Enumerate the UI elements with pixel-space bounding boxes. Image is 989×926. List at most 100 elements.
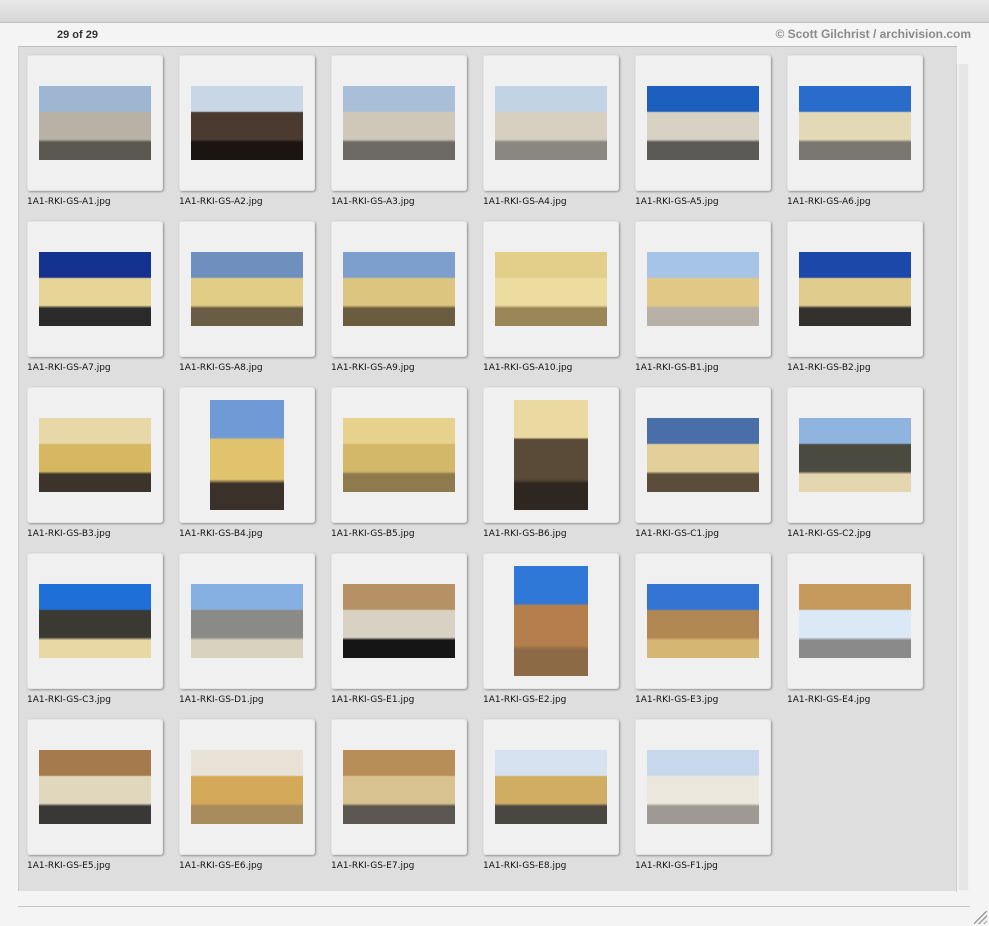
photo-thumbnail[interactable] [647,418,759,492]
thumbnail-filename: 1A1-RKI-GS-A5.jpg [635,197,719,207]
thumbnail-cell[interactable]: 1A1-RKI-GS-C2.jpg [779,379,929,539]
photo-thumbnail[interactable] [343,750,455,824]
photo-thumbnail[interactable] [343,584,455,658]
thumbnail-cell[interactable]: 1A1-RKI-GS-B3.jpg [19,379,169,539]
thumbnail-cell[interactable]: 1A1-RKI-GS-B5.jpg [323,379,473,539]
slide-mount[interactable] [635,719,771,855]
photo-thumbnail[interactable] [39,252,151,326]
thumbnail-filename: 1A1-RKI-GS-E6.jpg [179,861,263,871]
slide-mount[interactable] [27,55,163,191]
thumbnail-cell[interactable]: 1A1-RKI-GS-A2.jpg [171,47,321,207]
photo-thumbnail[interactable] [39,418,151,492]
photo-thumbnail[interactable] [343,418,455,492]
thumbnail-cell[interactable]: 1A1-RKI-GS-D1.jpg [171,545,321,705]
slide-mount[interactable] [787,387,923,523]
photo-thumbnail[interactable] [495,86,607,160]
photo-thumbnail[interactable] [343,86,455,160]
slide-mount[interactable] [27,387,163,523]
thumbnail-cell[interactable]: 1A1-RKI-GS-A7.jpg [19,213,169,373]
slide-mount[interactable] [483,553,619,689]
thumbnail-cell[interactable]: 1A1-RKI-GS-A10.jpg [475,213,625,373]
photo-thumbnail[interactable] [495,750,607,824]
slide-mount[interactable] [331,387,467,523]
slide-mount[interactable] [787,55,923,191]
photo-thumbnail[interactable] [799,252,911,326]
image-count-label: 29 of 29 [57,29,98,41]
photo-thumbnail[interactable] [191,86,303,160]
photo-thumbnail[interactable] [799,584,911,658]
slide-mount[interactable] [483,55,619,191]
slide-mount[interactable] [27,553,163,689]
thumbnail-cell[interactable]: 1A1-RKI-GS-E1.jpg [323,545,473,705]
thumbnail-cell[interactable]: 1A1-RKI-GS-E3.jpg [627,545,777,705]
thumbnail-cell[interactable]: 1A1-RKI-GS-B6.jpg [475,379,625,539]
thumbnail-cell[interactable]: 1A1-RKI-GS-E8.jpg [475,711,625,871]
slide-mount[interactable] [179,221,315,357]
slide-mount[interactable] [331,719,467,855]
thumbnail-filename: 1A1-RKI-GS-A9.jpg [331,363,415,373]
photo-thumbnail[interactable] [514,400,588,510]
thumbnail-cell[interactable]: 1A1-RKI-GS-A8.jpg [171,213,321,373]
photo-thumbnail[interactable] [495,252,607,326]
thumbnail-cell[interactable]: 1A1-RKI-GS-A5.jpg [627,47,777,207]
slide-mount[interactable] [331,553,467,689]
slide-mount[interactable] [179,387,315,523]
photo-thumbnail[interactable] [799,418,911,492]
thumbnail-cell[interactable]: 1A1-RKI-GS-B1.jpg [627,213,777,373]
thumbnail-cell[interactable]: 1A1-RKI-GS-A9.jpg [323,213,473,373]
thumbnail-cell[interactable]: 1A1-RKI-GS-B2.jpg [779,213,929,373]
photo-thumbnail[interactable] [39,584,151,658]
thumbnail-filename: 1A1-RKI-GS-A10.jpg [483,363,573,373]
photo-thumbnail[interactable] [647,86,759,160]
slide-mount[interactable] [483,719,619,855]
thumbnail-filename: 1A1-RKI-GS-B1.jpg [635,363,719,373]
thumbnail-cell[interactable]: 1A1-RKI-GS-E2.jpg [475,545,625,705]
scrollbar-thumb[interactable] [959,64,968,890]
photo-thumbnail[interactable] [514,566,588,676]
slide-mount[interactable] [483,221,619,357]
vertical-scrollbar[interactable] [956,64,971,892]
thumbnail-cell[interactable]: 1A1-RKI-GS-C3.jpg [19,545,169,705]
thumbnail-cell[interactable]: 1A1-RKI-GS-E7.jpg [323,711,473,871]
thumbnail-cell[interactable]: 1A1-RKI-GS-C1.jpg [627,379,777,539]
slide-mount[interactable] [331,55,467,191]
thumbnail-cell[interactable]: 1A1-RKI-GS-E4.jpg [779,545,929,705]
slide-mount[interactable] [787,553,923,689]
photo-thumbnail[interactable] [191,750,303,824]
slide-mount[interactable] [635,221,771,357]
slide-mount[interactable] [179,553,315,689]
photo-thumbnail[interactable] [647,750,759,824]
slide-mount[interactable] [787,221,923,357]
thumbnail-filename: 1A1-RKI-GS-C1.jpg [635,529,719,539]
photo-thumbnail[interactable] [191,252,303,326]
thumbnail-filename: 1A1-RKI-GS-B3.jpg [27,529,111,539]
thumbnail-cell[interactable]: 1A1-RKI-GS-F1.jpg [627,711,777,871]
window-toolbar [0,0,989,23]
slide-mount[interactable] [635,55,771,191]
photo-thumbnail[interactable] [647,252,759,326]
thumbnail-cell[interactable]: 1A1-RKI-GS-A4.jpg [475,47,625,207]
thumbnail-cell[interactable]: 1A1-RKI-GS-A1.jpg [19,47,169,207]
slide-mount[interactable] [27,719,163,855]
slide-mount[interactable] [635,553,771,689]
photo-thumbnail[interactable] [39,86,151,160]
slide-mount[interactable] [27,221,163,357]
photo-thumbnail[interactable] [39,750,151,824]
thumbnail-filename: 1A1-RKI-GS-E3.jpg [635,695,719,705]
thumbnail-cell[interactable]: 1A1-RKI-GS-B4.jpg [171,379,321,539]
slide-mount[interactable] [635,387,771,523]
slide-mount[interactable] [331,221,467,357]
thumbnail-cell[interactable]: 1A1-RKI-GS-E5.jpg [19,711,169,871]
photo-thumbnail[interactable] [210,400,284,510]
photo-thumbnail[interactable] [799,86,911,160]
thumbnail-cell[interactable]: 1A1-RKI-GS-E6.jpg [171,711,321,871]
slide-mount[interactable] [483,387,619,523]
thumbnail-cell[interactable]: 1A1-RKI-GS-A6.jpg [779,47,929,207]
photo-thumbnail[interactable] [191,584,303,658]
slide-mount[interactable] [179,55,315,191]
photo-thumbnail[interactable] [647,584,759,658]
slide-mount[interactable] [179,719,315,855]
resize-grip-icon[interactable] [974,911,987,924]
thumbnail-cell[interactable]: 1A1-RKI-GS-A3.jpg [323,47,473,207]
photo-thumbnail[interactable] [343,252,455,326]
